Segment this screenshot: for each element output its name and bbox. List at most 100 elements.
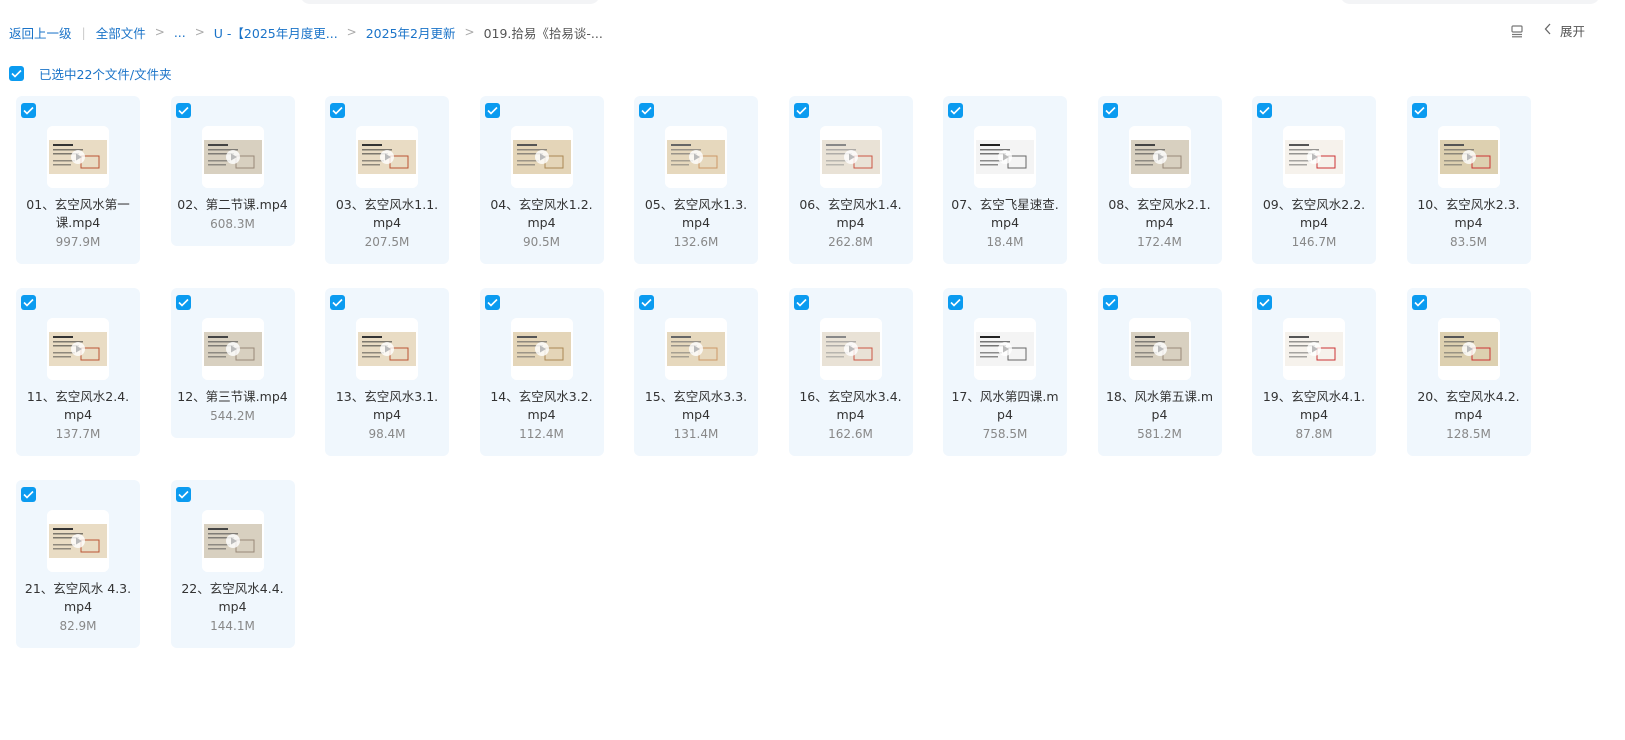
select-all-checkbox[interactable] [9,66,24,81]
video-thumbnail [1437,126,1500,188]
toolbar-edge [1340,0,1600,4]
file-card[interactable]: 16、玄空风水3.4.mp4 162.6M [788,288,913,456]
breadcrumb: 返回上一级 | 全部文件 > ... > U -【2025年月度更... > 2… [9,22,603,42]
file-checkbox[interactable] [175,295,191,310]
breadcrumb-item-ellipsis[interactable]: ... [174,25,186,40]
file-name: 01、玄空风水第一课.mp4 [26,197,130,230]
video-thumbnail [47,510,109,572]
top-toolbar-edge [0,0,1625,8]
file-checkbox[interactable] [948,103,963,118]
file-size: 90.5M [522,235,561,249]
file-name: 09、玄空风水2.2.mp4 [1262,197,1366,230]
video-thumbnail [47,318,109,380]
file-checkbox[interactable] [1411,103,1427,118]
video-thumbnail [1128,318,1191,380]
breadcrumb-item-monthly[interactable]: U -【2025年月度更... [214,23,338,42]
video-thumbnail [356,318,418,380]
file-card[interactable]: 06、玄空风水1.4.mp4 262.8M [788,96,913,264]
file-card[interactable]: 03、玄空风水1.1.mp4 207.5M [325,96,449,264]
file-size: 98.4M [368,427,406,441]
file-card[interactable]: 13、玄空风水3.1.mp4 98.4M [325,288,449,456]
selection-count-label: 已选中22个文件/文件夹 [39,67,172,82]
video-thumbnail [665,318,727,380]
file-card[interactable]: 12、第三节课.mp4 544.2M [170,288,295,438]
file-checkbox[interactable] [484,295,500,310]
file-size: 82.9M [59,619,97,633]
file-card[interactable]: 05、玄空风水1.3.mp4 132.6M [634,96,758,264]
file-name: 05、玄空风水1.3.mp4 [644,197,748,230]
file-size: 144.1M [210,619,255,633]
file-name: 18、风水第五课.mp4 [1105,389,1214,422]
search-bar-edge [300,0,600,4]
file-checkbox[interactable] [1411,295,1427,310]
breadcrumb-separator: > [464,25,475,39]
file-card[interactable]: 11、玄空风水2.4.mp4 137.7M [16,288,140,456]
file-card[interactable]: 17、风水第四课.mp4 758.5M [943,288,1067,456]
file-checkbox[interactable] [330,103,345,118]
video-thumbnail [974,318,1036,380]
breadcrumb-separator: > [346,25,357,39]
file-card[interactable]: 19、玄空风水4.1.mp4 87.8M [1252,288,1376,456]
file-card[interactable]: 01、玄空风水第一课.mp4 997.9M [16,96,140,264]
file-card[interactable]: 20、玄空风水4.2.mp4 128.5M [1406,288,1531,456]
file-checkbox[interactable] [1102,103,1118,118]
video-thumbnail [356,126,418,188]
file-checkbox[interactable] [21,487,36,502]
file-checkbox[interactable] [330,295,345,310]
file-checkbox[interactable] [175,103,191,118]
file-name: 02、第二节课.mp4 [177,197,288,212]
file-name: 04、玄空风水1.2.mp4 [490,197,593,230]
file-checkbox[interactable] [639,103,654,118]
chevron-left-icon[interactable] [1544,23,1552,38]
file-checkbox[interactable] [948,295,963,310]
breadcrumb-item-all-files[interactable]: 全部文件 [96,23,146,42]
breadcrumb-separator: > [154,25,165,39]
file-checkbox[interactable] [793,103,809,118]
file-card[interactable]: 02、第二节课.mp4 608.3M [170,96,295,246]
back-link[interactable]: 返回上一级 [9,23,72,42]
file-card[interactable]: 15、玄空风水3.3.mp4 131.4M [634,288,758,456]
file-checkbox[interactable] [484,103,500,118]
expand-button[interactable]: 展开 [1560,21,1585,40]
file-checkbox[interactable] [793,295,809,310]
file-card[interactable]: 10、玄空风水2.3.mp4 83.5M [1406,96,1531,264]
breadcrumb-item-feb-update[interactable]: 2025年2月更新 [366,23,456,42]
video-thumbnail [665,126,727,188]
file-checkbox[interactable] [21,295,36,310]
breadcrumb-divider: | [81,24,86,40]
file-checkbox[interactable] [1257,103,1272,118]
list-view-icon[interactable] [1510,24,1524,38]
file-size: 581.2M [1137,427,1182,441]
file-checkbox[interactable] [1102,295,1118,310]
file-card[interactable]: 14、玄空风水3.2.mp4 112.4M [479,288,604,456]
file-card[interactable]: 18、风水第五课.mp4 581.2M [1097,288,1222,456]
video-thumbnail [47,126,109,188]
video-thumbnail [819,126,882,188]
file-card[interactable]: 21、玄空风水 4.3.mp4 82.9M [16,480,140,648]
view-controls: 展开 [1510,21,1585,40]
file-card[interactable]: 04、玄空风水1.2.mp4 90.5M [479,96,604,264]
file-card[interactable]: 07、玄空飞星速查.mp4 18.4M [943,96,1067,264]
file-name: 16、玄空风水3.4.mp4 [799,389,902,422]
file-name: 17、风水第四课.mp4 [951,389,1059,422]
file-size: 608.3M [210,217,255,231]
video-thumbnail [1128,126,1191,188]
file-card[interactable]: 09、玄空风水2.2.mp4 146.7M [1252,96,1376,264]
file-size: 997.9M [55,235,101,249]
file-name: 12、第三节课.mp4 [177,389,288,404]
video-thumbnail [201,126,264,188]
file-card[interactable]: 22、玄空风水4.4.mp4 144.1M [170,480,295,648]
file-checkbox[interactable] [175,487,191,502]
file-size: 262.8M [828,235,873,249]
file-checkbox[interactable] [639,295,654,310]
file-name: 20、玄空风水4.2.mp4 [1417,389,1520,422]
video-thumbnail [201,318,264,380]
file-name: 11、玄空风水2.4.mp4 [26,389,130,422]
file-name: 07、玄空飞星速查.mp4 [951,197,1059,230]
breadcrumb-separator: > [194,25,205,39]
file-card[interactable]: 08、玄空风水2.1.mp4 172.4M [1097,96,1222,264]
video-thumbnail [1283,126,1345,188]
breadcrumb-current: 019.拾易《拾易谈-... [483,25,603,41]
file-checkbox[interactable] [21,103,36,118]
file-checkbox[interactable] [1257,295,1272,310]
